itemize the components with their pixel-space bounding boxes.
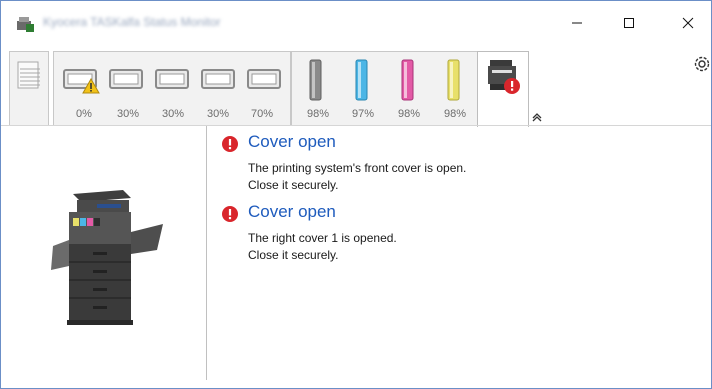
toner-cyan-icon xyxy=(355,59,368,101)
tray-level-1: 0% xyxy=(76,108,92,120)
toner-black-icon xyxy=(309,59,322,101)
message-line: The right cover 1 is opened. xyxy=(248,231,397,245)
tray-level-3: 30% xyxy=(161,108,185,120)
toner-cyan-level: 97% xyxy=(351,108,375,120)
message-line: Close it securely. xyxy=(248,178,339,192)
message-title[interactable]: Cover open xyxy=(248,202,336,222)
tray-level-2: 30% xyxy=(116,108,140,120)
minimize-icon xyxy=(572,22,582,24)
warning-icon xyxy=(82,78,100,94)
paper-tray-icon xyxy=(109,69,143,89)
pane-divider xyxy=(206,126,207,380)
collapse-up-icon[interactable] xyxy=(530,110,544,122)
tray-level-4: 30% xyxy=(206,108,230,120)
close-button[interactable] xyxy=(665,1,711,45)
toner-black-level: 98% xyxy=(306,108,330,120)
toner-magenta-level: 98% xyxy=(397,108,421,120)
toner-yellow-icon xyxy=(447,59,460,101)
message-title[interactable]: Cover open xyxy=(248,132,336,152)
paper-tray-icon xyxy=(247,69,281,89)
error-icon xyxy=(222,136,238,152)
status-monitor-window: Kyocera TASKalfa Status Monitor 0% 30% 3… xyxy=(0,0,712,389)
message-line: Close it securely. xyxy=(248,248,339,262)
window-title: Kyocera TASKalfa Status Monitor xyxy=(43,15,221,29)
maximize-icon xyxy=(624,18,634,28)
minimize-button[interactable] xyxy=(554,1,600,45)
title-bar[interactable]: Kyocera TASKalfa Status Monitor xyxy=(1,1,711,45)
tray-level-5: 70% xyxy=(250,108,274,120)
paper-tray-icon xyxy=(155,69,189,89)
close-icon xyxy=(682,17,694,29)
message-line: The printing system's front cover is ope… xyxy=(248,161,467,175)
paper-stack-icon xyxy=(17,61,40,89)
printer-app-icon xyxy=(17,17,34,32)
toner-yellow-level: 98% xyxy=(443,108,467,120)
paper-status-group[interactable] xyxy=(9,51,49,125)
error-icon xyxy=(222,206,238,222)
paper-trays-group[interactable]: 0% 30% 30% 30% 70% xyxy=(53,51,291,125)
device-status-tab[interactable] xyxy=(477,51,529,127)
paper-tray-icon xyxy=(201,69,235,89)
toner-magenta-icon xyxy=(401,59,414,101)
device-image-pane xyxy=(1,126,206,388)
toner-group[interactable]: 98% 97% 98% 98% xyxy=(291,51,479,125)
printer-illustration xyxy=(51,190,163,325)
gear-icon[interactable] xyxy=(691,53,712,75)
device-error-icon xyxy=(488,60,520,94)
maximize-button[interactable] xyxy=(606,1,652,45)
